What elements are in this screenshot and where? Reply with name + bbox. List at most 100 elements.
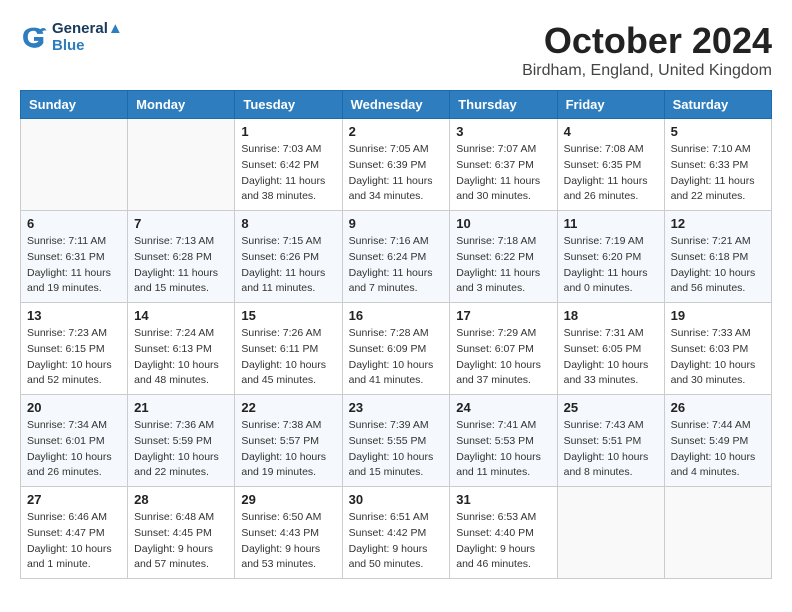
day-info: Sunrise: 7:16 AMSunset: 6:24 PMDaylight:… [349, 234, 444, 297]
calendar-cell: 5 Sunrise: 7:10 AMSunset: 6:33 PMDaylight… [664, 119, 771, 211]
calendar-cell: 7 Sunrise: 7:13 AMSunset: 6:28 PMDaylight… [128, 211, 235, 303]
day-number: 25 [564, 400, 658, 415]
day-number: 6 [27, 216, 121, 231]
day-info: Sunrise: 6:48 AMSunset: 4:45 PMDaylight:… [134, 510, 228, 573]
calendar-cell: 14 Sunrise: 7:24 AMSunset: 6:13 PMDayligh… [128, 303, 235, 395]
day-info: Sunrise: 7:41 AMSunset: 5:53 PMDaylight:… [456, 418, 550, 481]
calendar-cell: 2 Sunrise: 7:05 AMSunset: 6:39 PMDaylight… [342, 119, 450, 211]
logo-text: General▲ Blue [52, 20, 123, 54]
month-title: October 2024 [522, 20, 772, 62]
day-info: Sunrise: 7:03 AMSunset: 6:42 PMDaylight:… [241, 142, 335, 205]
day-info: Sunrise: 6:46 AMSunset: 4:47 PMDaylight:… [27, 510, 121, 573]
calendar-cell: 25 Sunrise: 7:43 AMSunset: 5:51 PMDayligh… [557, 395, 664, 487]
calendar-cell: 9 Sunrise: 7:16 AMSunset: 6:24 PMDaylight… [342, 211, 450, 303]
calendar-cell: 24Sunrise: 7:41 AMSunset: 5:53 PMDayligh… [450, 395, 557, 487]
day-number: 9 [349, 216, 444, 231]
calendar-cell: 18 Sunrise: 7:31 AMSunset: 6:05 PMDayligh… [557, 303, 664, 395]
calendar-cell: 13 Sunrise: 7:23 AMSunset: 6:15 PMDayligh… [21, 303, 128, 395]
day-info: Sunrise: 7:28 AMSunset: 6:09 PMDaylight:… [349, 326, 444, 389]
day-number: 19 [671, 308, 765, 323]
calendar-cell: 11 Sunrise: 7:19 AMSunset: 6:20 PMDayligh… [557, 211, 664, 303]
day-number: 26 [671, 400, 765, 415]
weekday-header-monday: Monday [128, 91, 235, 119]
title-section: October 2024 Birdham, England, United Ki… [522, 20, 772, 80]
calendar-cell: 30 Sunrise: 6:51 AMSunset: 4:42 PMDayligh… [342, 487, 450, 579]
calendar-cell [557, 487, 664, 579]
day-number: 30 [349, 492, 444, 507]
day-info: Sunrise: 7:18 AMSunset: 6:22 PMDaylight:… [456, 234, 550, 297]
calendar-cell: 19 Sunrise: 7:33 AMSunset: 6:03 PMDayligh… [664, 303, 771, 395]
day-number: 10 [456, 216, 550, 231]
day-number: 7 [134, 216, 228, 231]
day-number: 20 [27, 400, 121, 415]
calendar-cell: 26 Sunrise: 7:44 AMSunset: 5:49 PMDayligh… [664, 395, 771, 487]
day-number: 12 [671, 216, 765, 231]
day-info: Sunrise: 7:33 AMSunset: 6:03 PMDaylight:… [671, 326, 765, 389]
day-info: Sunrise: 7:39 AMSunset: 5:55 PMDaylight:… [349, 418, 444, 481]
day-info: Sunrise: 7:07 AMSunset: 6:37 PMDaylight:… [456, 142, 550, 205]
location: Birdham, England, United Kingdom [522, 62, 772, 80]
day-number: 31 [456, 492, 550, 507]
calendar-cell: 1 Sunrise: 7:03 AMSunset: 6:42 PMDaylight… [235, 119, 342, 211]
calendar-cell [21, 119, 128, 211]
calendar-week-5: 27 Sunrise: 6:46 AMSunset: 4:47 PMDayligh… [21, 487, 772, 579]
day-number: 14 [134, 308, 228, 323]
calendar-cell: 10 Sunrise: 7:18 AMSunset: 6:22 PMDayligh… [450, 211, 557, 303]
weekday-header-wednesday: Wednesday [342, 91, 450, 119]
day-number: 11 [564, 216, 658, 231]
calendar-cell: 4 Sunrise: 7:08 AMSunset: 6:35 PMDaylight… [557, 119, 664, 211]
day-number: 28 [134, 492, 228, 507]
day-number: 13 [27, 308, 121, 323]
day-number: 8 [241, 216, 335, 231]
day-info: Sunrise: 6:53 AMSunset: 4:40 PMDaylight:… [456, 510, 550, 573]
day-number: 2 [349, 124, 444, 139]
weekday-header-friday: Friday [557, 91, 664, 119]
calendar-cell: 29 Sunrise: 6:50 AMSunset: 4:43 PMDayligh… [235, 487, 342, 579]
day-info: Sunrise: 7:43 AMSunset: 5:51 PMDaylight:… [564, 418, 658, 481]
day-info: Sunrise: 7:23 AMSunset: 6:15 PMDaylight:… [27, 326, 121, 389]
day-number: 27 [27, 492, 121, 507]
day-info: Sunrise: 7:44 AMSunset: 5:49 PMDaylight:… [671, 418, 765, 481]
day-info: Sunrise: 7:08 AMSunset: 6:35 PMDaylight:… [564, 142, 658, 205]
calendar-cell [664, 487, 771, 579]
weekday-header-sunday: Sunday [21, 91, 128, 119]
calendar-cell: 28 Sunrise: 6:48 AMSunset: 4:45 PMDayligh… [128, 487, 235, 579]
day-info: Sunrise: 7:36 AMSunset: 5:59 PMDaylight:… [134, 418, 228, 481]
weekday-header-tuesday: Tuesday [235, 91, 342, 119]
calendar-cell: 15Sunrise: 7:26 AMSunset: 6:11 PMDayligh… [235, 303, 342, 395]
day-number: 18 [564, 308, 658, 323]
calendar-week-3: 13 Sunrise: 7:23 AMSunset: 6:15 PMDayligh… [21, 303, 772, 395]
calendar-cell: 23Sunrise: 7:39 AMSunset: 5:55 PMDayligh… [342, 395, 450, 487]
day-info: Sunrise: 7:29 AMSunset: 6:07 PMDaylight:… [456, 326, 550, 389]
logo-icon [20, 23, 48, 51]
day-number: 1 [241, 124, 335, 139]
day-info: Sunrise: 7:31 AMSunset: 6:05 PMDaylight:… [564, 326, 658, 389]
calendar-cell: 27 Sunrise: 6:46 AMSunset: 4:47 PMDayligh… [21, 487, 128, 579]
day-number: 29 [241, 492, 335, 507]
day-number: 3 [456, 124, 550, 139]
weekday-header-thursday: Thursday [450, 91, 557, 119]
calendar-cell: 22Sunrise: 7:38 AMSunset: 5:57 PMDayligh… [235, 395, 342, 487]
day-number: 17 [456, 308, 550, 323]
calendar-week-1: 1 Sunrise: 7:03 AMSunset: 6:42 PMDaylight… [21, 119, 772, 211]
page-header: General▲ Blue October 2024 Birdham, Engl… [20, 20, 772, 80]
calendar: SundayMondayTuesdayWednesdayThursdayFrid… [20, 90, 772, 579]
day-number: 4 [564, 124, 658, 139]
day-info: Sunrise: 6:51 AMSunset: 4:42 PMDaylight:… [349, 510, 444, 573]
day-info: Sunrise: 7:34 AMSunset: 6:01 PMDaylight:… [27, 418, 121, 481]
calendar-week-4: 20 Sunrise: 7:34 AMSunset: 6:01 PMDayligh… [21, 395, 772, 487]
day-info: Sunrise: 7:21 AMSunset: 6:18 PMDaylight:… [671, 234, 765, 297]
day-info: Sunrise: 7:24 AMSunset: 6:13 PMDaylight:… [134, 326, 228, 389]
calendar-cell: 3 Sunrise: 7:07 AMSunset: 6:37 PMDaylight… [450, 119, 557, 211]
day-info: Sunrise: 7:13 AMSunset: 6:28 PMDaylight:… [134, 234, 228, 297]
day-info: Sunrise: 6:50 AMSunset: 4:43 PMDaylight:… [241, 510, 335, 573]
day-info: Sunrise: 7:19 AMSunset: 6:20 PMDaylight:… [564, 234, 658, 297]
day-info: Sunrise: 7:11 AMSunset: 6:31 PMDaylight:… [27, 234, 121, 297]
day-number: 16 [349, 308, 444, 323]
day-info: Sunrise: 7:05 AMSunset: 6:39 PMDaylight:… [349, 142, 444, 205]
day-number: 5 [671, 124, 765, 139]
calendar-cell: 6 Sunrise: 7:11 AMSunset: 6:31 PMDaylight… [21, 211, 128, 303]
day-info: Sunrise: 7:10 AMSunset: 6:33 PMDaylight:… [671, 142, 765, 205]
day-number: 22 [241, 400, 335, 415]
calendar-cell: 8Sunrise: 7:15 AMSunset: 6:26 PMDaylight… [235, 211, 342, 303]
